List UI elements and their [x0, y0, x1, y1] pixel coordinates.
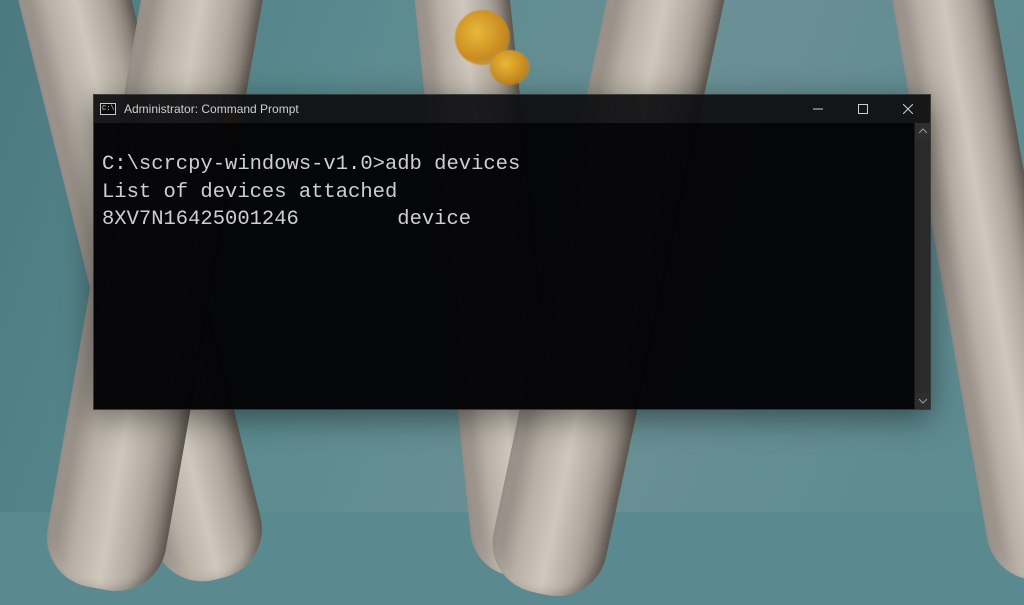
close-icon	[903, 104, 913, 114]
terminal-output[interactable]: C:\scrcpy-windows-v1.0>adb devices List …	[94, 123, 914, 409]
window-title: Administrator: Command Prompt	[122, 102, 299, 116]
prompt-path: C:\scrcpy-windows-v1.0>	[102, 153, 385, 176]
output-header: List of devices attached	[102, 181, 397, 204]
terminal-body[interactable]: C:\scrcpy-windows-v1.0>adb devices List …	[94, 123, 930, 409]
cmd-icon: C:\	[100, 103, 116, 115]
window-icon: C:\	[94, 95, 122, 123]
command-prompt-window[interactable]: C:\ Administrator: Command Prompt C:\scr…	[93, 94, 931, 410]
device-status: device	[397, 208, 471, 231]
close-button[interactable]	[885, 95, 930, 123]
vertical-scrollbar[interactable]	[914, 123, 930, 409]
scroll-up-button[interactable]	[915, 123, 930, 139]
maximize-button[interactable]	[840, 95, 885, 123]
minimize-icon	[813, 104, 823, 114]
maximize-icon	[858, 104, 868, 114]
output-spacer	[299, 208, 397, 231]
window-controls	[795, 95, 930, 123]
chevron-down-icon	[919, 397, 927, 405]
minimize-button[interactable]	[795, 95, 840, 123]
scroll-down-button[interactable]	[915, 393, 930, 409]
window-titlebar[interactable]: C:\ Administrator: Command Prompt	[94, 95, 930, 123]
chevron-up-icon	[919, 127, 927, 135]
wallpaper-lichen	[490, 50, 530, 85]
entered-command: adb devices	[385, 153, 520, 176]
device-id: 8XV7N16425001246	[102, 208, 299, 231]
